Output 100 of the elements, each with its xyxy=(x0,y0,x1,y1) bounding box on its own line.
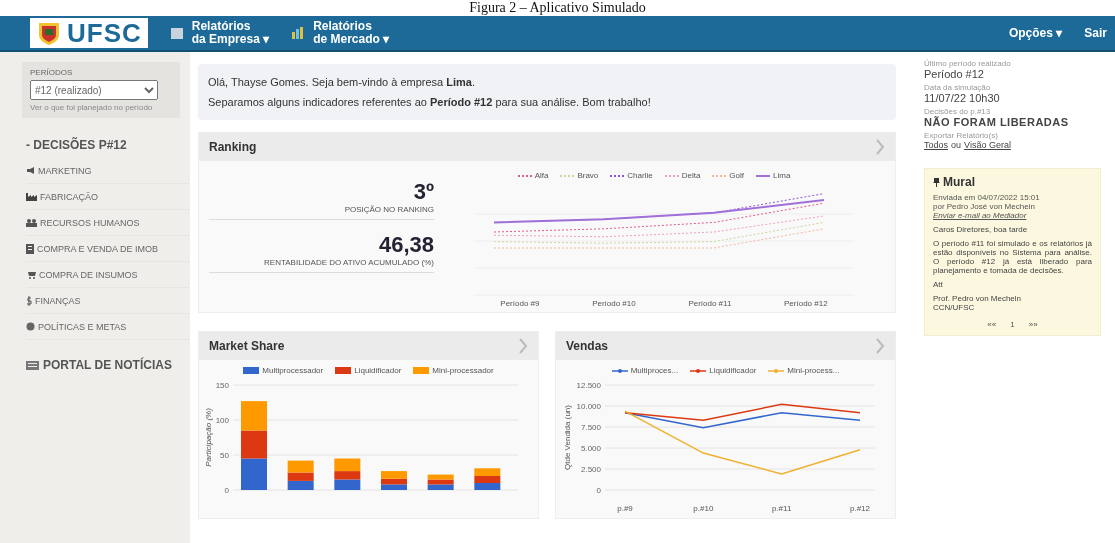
sidebar-item[interactable]: FINANÇAS xyxy=(26,288,190,314)
tick-label: 150 xyxy=(215,381,229,390)
people-icon xyxy=(26,218,37,227)
pagination-link[interactable]: 1 xyxy=(1010,320,1015,329)
chevron-icon[interactable] xyxy=(875,139,885,155)
legend-label: Mini-processador xyxy=(432,366,494,375)
message-text: Att xyxy=(933,280,944,289)
sidebar-item[interactable]: RECURSOS HUMANOS xyxy=(26,210,190,236)
tick-label: p.#9 xyxy=(617,504,633,513)
sidebar-item[interactable]: FABRICAÇÃO xyxy=(26,184,190,210)
pin-icon xyxy=(933,177,940,187)
status-label: Exportar Relatório(s) xyxy=(924,131,999,140)
status-label: Decisões do p.#13 xyxy=(924,107,992,116)
panel-title: Ranking xyxy=(209,140,257,154)
axis-title: Participação (%) xyxy=(204,408,213,467)
legend-line-icon xyxy=(611,367,628,374)
tick-label: p.#10 xyxy=(693,504,714,513)
globe-icon xyxy=(26,322,35,331)
legend-label: Mini-process... xyxy=(787,366,840,375)
legend-label: Lima xyxy=(773,171,791,180)
axis-label: Período #11 xyxy=(688,299,732,308)
tick-label: 5.000 xyxy=(580,444,601,453)
mural-title: Mural xyxy=(943,175,975,189)
axis-label: Período #10 xyxy=(592,299,636,308)
axis-title: Qtde Vendida (un) xyxy=(563,405,572,470)
figure-caption: Figura 2 – Aplicativo Simulado xyxy=(469,0,646,16)
legend-swatch xyxy=(413,367,430,374)
legend-label: Delta xyxy=(681,171,701,180)
status-label: Data da simulação xyxy=(924,83,992,92)
email-link[interactable]: Enviar e-mail ao Mediador xyxy=(933,211,1092,220)
legend-label: Bravo xyxy=(577,171,599,180)
tick-label: 50 xyxy=(220,451,229,460)
period-select[interactable]: #12 (realizado) xyxy=(30,80,158,100)
sidebar-item[interactable]: COMPRA DE INSUMOS xyxy=(26,262,190,288)
report-menu[interactable]: Relatórios de Mercado ▾ xyxy=(291,20,390,46)
period-hint: Ver o que foi planejado no período xyxy=(30,103,154,112)
export-link[interactable]: Visão Geral xyxy=(964,140,1011,150)
pagination-link[interactable]: »» xyxy=(1028,320,1038,329)
chevron-icon[interactable] xyxy=(875,338,885,354)
news-portal-link[interactable]: PORTAL DE NOTÍCIAS xyxy=(26,358,190,372)
message-text: O período #11 foi simulado e os relatórios já estão disponíveis no Sistema para análise. O período #12 já está liberado para planejamento e tomada de decisões. xyxy=(933,239,1092,275)
factory-icon xyxy=(26,192,37,201)
tick-label: 12.500 xyxy=(576,381,601,390)
signature-text: Prof. Pedro von Mecheln xyxy=(933,294,1023,303)
tick-label: p.#12 xyxy=(850,504,870,513)
logo-text: UFSC xyxy=(67,17,142,49)
newspaper-icon xyxy=(26,360,39,370)
decisions-heading: - DECISÕES P#12 xyxy=(26,138,128,152)
legend-swatch xyxy=(243,367,260,374)
export-link[interactable]: Todos xyxy=(924,140,949,150)
legend-line-icon xyxy=(690,367,707,374)
legend-label: Liquidificador xyxy=(354,366,402,375)
tick-label: p.#11 xyxy=(771,504,792,513)
message-text: Caros Diretores, boa tarde xyxy=(933,225,1029,234)
tick-label: 100 xyxy=(215,416,229,425)
signature-text: CCN/UFSC xyxy=(933,303,976,312)
tick-label: 10.000 xyxy=(576,402,601,411)
tick-label: 0 xyxy=(596,486,601,495)
axis-label: Período #9 xyxy=(500,299,540,308)
report-menu[interactable]: Relatórios da Empresa ▾ xyxy=(169,20,270,46)
stat-label: POSIÇÃO NO RANKING xyxy=(344,205,434,214)
ranking-position: 3º xyxy=(413,179,434,205)
binder-icon xyxy=(169,26,184,40)
return-value: 46,38 xyxy=(378,232,434,258)
tick-label: 0 xyxy=(224,486,229,495)
crest-icon xyxy=(36,21,62,45)
panel-title: Market Share xyxy=(209,339,285,353)
status-value: NÃO FORAM LIBERADAS xyxy=(924,116,1070,128)
legend-label: Charlie xyxy=(627,171,653,180)
stat-label: RENTABILIDADE DO ATIVO ACUMULADO (%) xyxy=(264,258,434,267)
sidebar-item[interactable]: MARKETING xyxy=(26,158,190,184)
options-menu[interactable]: Opções ▾ xyxy=(1008,26,1063,40)
panel-title: Vendas xyxy=(566,339,609,353)
welcome-text: Separamos alguns indicadores referentes ao Período #12 para sua análise. Bom trabalho! xyxy=(208,96,652,108)
pagination-link[interactable]: «« xyxy=(987,320,997,329)
status-value: 11/07/22 10h30 xyxy=(924,92,1001,104)
legend-label: Multiprocessador xyxy=(262,366,324,375)
sidebar-item[interactable]: COMPRA E VENDA DE IMOB xyxy=(26,236,190,262)
legend-label: Liquidificador xyxy=(709,366,757,375)
sent-date: Enviada em 04/07/2022 15:01 xyxy=(933,193,1041,202)
welcome-text: Olá, Thayse Gomes. Seja bem-vindo à empresa Lima. xyxy=(208,76,476,88)
building-icon xyxy=(26,243,34,254)
legend-label: Multiproces... xyxy=(630,366,679,375)
status-value: Período #12 xyxy=(924,68,985,80)
logout-button[interactable]: Sair xyxy=(1084,26,1107,40)
tick-label: 2.500 xyxy=(580,465,601,474)
status-label: Último período realizado xyxy=(924,59,1012,68)
chart-icon xyxy=(291,26,306,40)
axis-label: Período #12 xyxy=(784,299,828,308)
separator-text: ou xyxy=(951,140,962,150)
sidebar-item[interactable]: POLÍTICAS E METAS xyxy=(26,314,190,340)
cart-icon xyxy=(26,270,36,279)
legend-label: Alfa xyxy=(534,171,549,180)
legend-label: Golf xyxy=(729,171,745,180)
tick-label: 7.500 xyxy=(580,423,601,432)
megaphone-icon xyxy=(26,166,35,175)
chevron-icon[interactable] xyxy=(518,338,528,354)
sender-text: por Pedro José von Mechein xyxy=(933,202,1036,211)
legend-line-icon xyxy=(768,367,785,374)
periods-label: PERÍODOS xyxy=(30,68,74,77)
